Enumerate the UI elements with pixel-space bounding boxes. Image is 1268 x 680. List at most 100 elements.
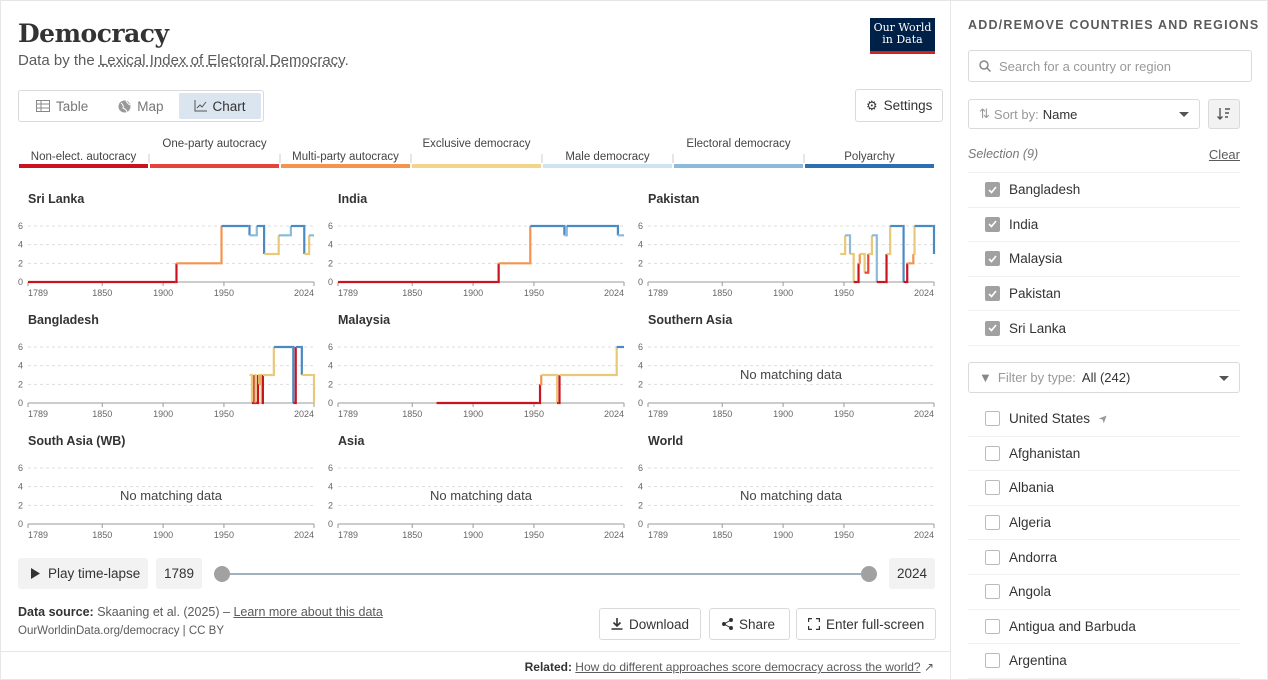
tab-map[interactable]: Map <box>103 93 178 119</box>
series-segment <box>932 224 936 254</box>
checkbox-icon[interactable] <box>985 653 1000 669</box>
x-tick-label: 1900 <box>773 288 793 298</box>
y-tick-label: 2 <box>328 258 333 268</box>
sort-order-button[interactable] <box>1208 99 1240 129</box>
panel: Malaysia 0 2 4 6 1789 1850 1900 1950 2024 <box>328 313 625 419</box>
y-tick-label: 6 <box>638 221 643 231</box>
timeline: Play time-lapse 1789 2024 <box>18 558 935 589</box>
panel-title: Asia <box>338 434 365 448</box>
download-button[interactable]: Download <box>599 608 702 640</box>
y-tick-label: 2 <box>638 258 643 268</box>
owid-logo[interactable]: Our World in Data <box>870 18 935 54</box>
source-link[interactable]: Lexical Index of Electoral Democracy <box>99 52 345 69</box>
x-tick-label: 1850 <box>92 409 112 419</box>
checkbox-icon[interactable] <box>985 480 1000 496</box>
panel: Asia 0 2 4 6 1789 1850 1900 1950 2024 No matching … <box>328 434 625 540</box>
selected-item[interactable]: Malaysia <box>968 242 1240 277</box>
timeline-track[interactable] <box>222 573 869 575</box>
end-handle[interactable] <box>861 566 877 582</box>
series-segment <box>858 254 861 265</box>
y-tick-label: 0 <box>328 519 333 529</box>
selected-item[interactable]: Sri Lanka <box>968 311 1240 346</box>
checkbox-icon[interactable] <box>985 549 1000 565</box>
share-icon <box>722 618 733 630</box>
download-icon <box>611 618 623 630</box>
no-data-label: No matching data <box>740 367 843 382</box>
clear-button[interactable]: Clear <box>1209 147 1240 162</box>
x-tick-label: 1950 <box>834 409 854 419</box>
legend-swatch <box>674 164 803 168</box>
series-segment <box>262 224 266 254</box>
share-button[interactable]: Share <box>709 608 791 640</box>
selected-item[interactable]: Bangladesh <box>968 173 1240 208</box>
x-tick-label: 1850 <box>402 409 422 419</box>
x-tick-label: 1789 <box>338 530 358 540</box>
start-year[interactable]: 1789 <box>156 558 202 589</box>
learn-more-link[interactable]: Learn more about this data <box>233 605 382 619</box>
legend-label: Male democracy <box>565 151 650 163</box>
tab-table[interactable]: Table <box>21 93 103 119</box>
country-item[interactable]: Argentina <box>968 644 1240 679</box>
country-item[interactable]: Antigua and Barbuda <box>968 610 1240 645</box>
panel-title: World <box>648 434 683 448</box>
series-segment <box>870 235 874 256</box>
series-segment <box>913 226 916 256</box>
x-tick-label: 2024 <box>914 409 934 419</box>
checkbox-checked-icon[interactable] <box>985 320 1000 336</box>
selected-item[interactable]: India <box>968 208 1240 243</box>
play-timelapse-button[interactable]: Play time-lapse <box>18 558 148 589</box>
fullscreen-button[interactable]: Enter full-screen <box>796 608 937 640</box>
y-tick-label: 6 <box>18 221 23 231</box>
country-item[interactable]: Angola <box>968 575 1240 610</box>
location-icon: ➤ <box>1096 411 1112 427</box>
series-segment <box>852 252 855 282</box>
country-item[interactable]: United States ➤ <box>968 402 1240 437</box>
filter-dropdown[interactable]: ▼ Filter by type: All (242) <box>968 362 1240 393</box>
y-tick-label: 4 <box>328 361 333 371</box>
end-year[interactable]: 2024 <box>889 558 935 589</box>
country-item[interactable]: Afghanistan <box>968 437 1240 472</box>
checkbox-icon[interactable] <box>985 445 1000 461</box>
gear-icon: ⚙ <box>866 97 878 113</box>
series-segment <box>256 375 260 405</box>
checkbox-checked-icon[interactable] <box>985 182 1000 198</box>
checkbox-icon[interactable] <box>985 515 1000 531</box>
x-tick-label: 2024 <box>294 530 314 540</box>
checkbox-icon[interactable] <box>985 584 1000 600</box>
settings-button[interactable]: ⚙ Settings <box>855 89 944 122</box>
checkbox-icon[interactable] <box>985 618 1000 634</box>
x-tick-label: 1950 <box>834 530 854 540</box>
legend-label: One-party autocracy <box>162 138 266 150</box>
legend: Non-elect. autocracy One-party autocracy M… <box>19 138 934 168</box>
series-segment <box>529 226 532 265</box>
series-segment <box>558 375 561 405</box>
tab-chart[interactable]: Chart <box>178 93 261 119</box>
selected-item[interactable]: Pakistan <box>968 277 1240 312</box>
country-item[interactable]: Albania <box>968 471 1240 506</box>
start-handle[interactable] <box>214 566 230 582</box>
checkbox-checked-icon[interactable] <box>985 216 1000 232</box>
y-tick-label: 2 <box>18 500 23 510</box>
country-item[interactable]: Andorra <box>968 540 1240 575</box>
series-segment <box>863 252 866 273</box>
country-item[interactable]: Algeria <box>968 506 1240 541</box>
series-segment <box>289 226 292 237</box>
series-segment <box>616 224 620 236</box>
related-link[interactable]: How do different approaches score democr… <box>575 660 920 674</box>
tab-map-label: Map <box>137 98 164 114</box>
series-segment <box>563 224 566 236</box>
x-tick-label: 1850 <box>92 530 112 540</box>
checkbox-checked-icon[interactable] <box>985 286 1000 302</box>
x-tick-label: 2024 <box>604 530 624 540</box>
sort-dropdown[interactable]: ⇅ Sort by: Name <box>968 99 1200 129</box>
checkbox-icon[interactable] <box>985 411 1000 427</box>
panel-title: Sri Lanka <box>28 192 85 206</box>
series-segment <box>220 226 223 265</box>
y-tick-label: 4 <box>18 240 23 250</box>
x-tick-label: 1789 <box>338 409 358 419</box>
checkbox-checked-icon[interactable] <box>985 251 1000 267</box>
y-tick-label: 6 <box>328 342 333 352</box>
chevron-down-icon <box>1179 112 1189 117</box>
chart-panel: Democracy Data by the Lexical Index of E… <box>0 0 950 680</box>
search-input[interactable]: Search for a country or region <box>968 50 1252 82</box>
